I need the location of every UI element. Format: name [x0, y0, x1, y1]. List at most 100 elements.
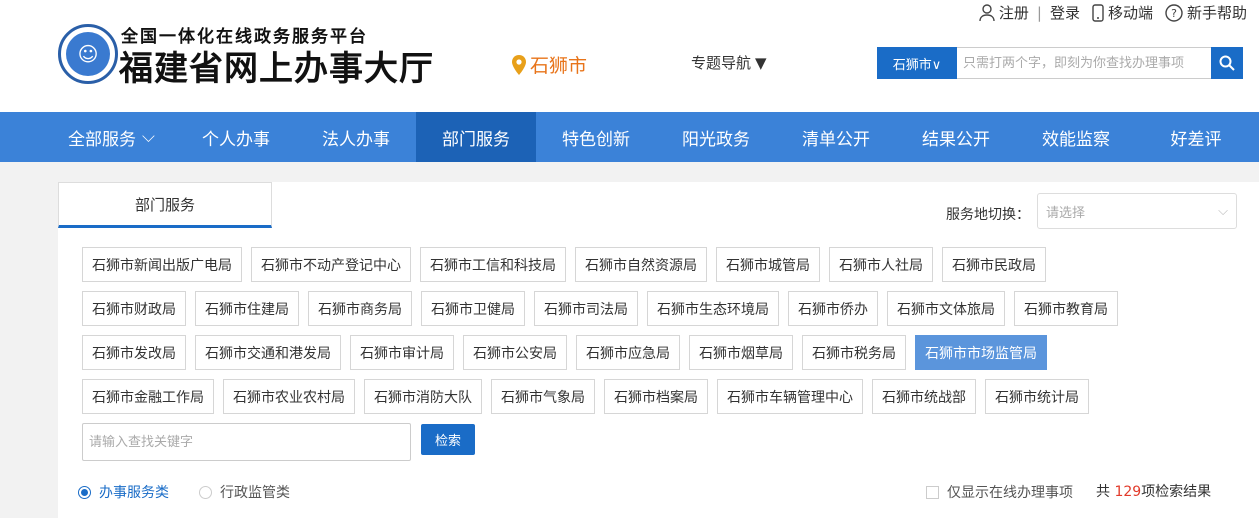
help-link[interactable]: ? 新手帮助 [1159, 2, 1253, 23]
department-button[interactable]: 石狮市侨办 [788, 291, 878, 326]
department-button[interactable]: 石狮市发改局 [82, 335, 186, 370]
department-button[interactable]: 石狮市卫健局 [421, 291, 525, 326]
radio-supervision[interactable]: 行政监管类 [199, 482, 290, 502]
department-button[interactable]: 石狮市档案局 [604, 379, 708, 414]
nav-all-services[interactable]: 全部服务 ⌵ [58, 112, 176, 162]
department-button[interactable]: 石狮市商务局 [308, 291, 412, 326]
location-select-placeholder: 请选择 [1046, 205, 1086, 221]
department-button[interactable]: 石狮市统战部 [872, 379, 976, 414]
question-circle-icon: ? [1165, 3, 1183, 22]
department-button[interactable]: 石狮市文体旅局 [887, 291, 1005, 326]
department-button[interactable]: 石狮市自然资源局 [575, 247, 707, 282]
login-label: 登录 [1049, 4, 1080, 22]
search-icon [1219, 55, 1235, 71]
user-icon [979, 3, 995, 21]
search-scope-dropdown[interactable]: 石狮市∨ [877, 47, 957, 79]
nav-label: 法人办事 [322, 129, 390, 150]
online-only-label: 仅显示在线办理事项 [947, 485, 1073, 501]
department-button[interactable]: 石狮市消防大队 [364, 379, 482, 414]
department-row: 石狮市发改局 石狮市交通和港发局 石狮市审计局 石狮市公安局 石狮市应急局 石狮市烟草局石… [82, 335, 1232, 370]
department-button[interactable]: 石狮市交通和港发局 [195, 335, 341, 370]
nav-efficiency[interactable]: 效能监察 [1016, 112, 1136, 162]
department-button[interactable]: 石狮市统计局 [985, 379, 1089, 414]
department-button[interactable]: 石狮市审计局 [350, 335, 454, 370]
mobile-label: 移动端 [1107, 4, 1153, 22]
nav-list-disclosure[interactable]: 清单公开 [776, 112, 896, 162]
category-radio-group: 办事服务类 行政监管类 [78, 482, 290, 502]
result-suffix: 项检索结果 [1141, 484, 1212, 500]
location-select[interactable]: 请选择 ⌵ [1037, 193, 1237, 229]
logo-title[interactable]: 福建省网上办事大厅 [119, 41, 434, 90]
chevron-down-icon: ⌵ [142, 127, 155, 147]
mobile-phone-icon [1092, 3, 1104, 22]
department-button[interactable]: 石狮市气象局 [491, 379, 595, 414]
main-nav: 全部服务 ⌵ 个人办事 法人办事 部门服务 特色创新 阳光政务 清单公开 结果公开… [0, 112, 1259, 162]
keyword-input[interactable] [82, 423, 411, 461]
department-button[interactable]: 石狮市金融工作局 [82, 379, 214, 414]
department-row: 石狮市财政局 石狮市住建局 石狮市商务局 石狮市卫健局 石狮市司法局 石狮市生态环境局 石狮… [82, 291, 1232, 326]
svg-text:?: ? [1171, 7, 1177, 20]
nav-label: 个人办事 [202, 129, 270, 150]
department-button[interactable]: 石狮市车辆管理中心 [717, 379, 863, 414]
department-button[interactable]: 石狮市新闻出版广电局 [82, 247, 242, 282]
online-only-toggle[interactable]: 仅显示在线办理事项 [926, 482, 1073, 502]
department-button[interactable]: 石狮市不动产登记中心 [251, 247, 411, 282]
nav-corporate[interactable]: 法人办事 [296, 112, 416, 162]
nav-innovation[interactable]: 特色创新 [536, 112, 656, 162]
department-button[interactable]: 石狮市教育局 [1014, 291, 1118, 326]
nav-label: 好差评 [1170, 129, 1222, 150]
radio-dot [199, 485, 212, 499]
top-links: 注册 | 登录 移动端 ? 新手帮助 [973, 2, 1253, 23]
department-button[interactable]: 石狮市住建局 [195, 291, 299, 326]
location-switch-label: 服务地切换： [946, 207, 1030, 223]
department-button[interactable]: 石狮市工信和科技局 [420, 247, 566, 282]
nav-label: 结果公开 [922, 129, 990, 150]
department-button[interactable]: 石狮市司法局 [534, 291, 638, 326]
nav-personal[interactable]: 个人办事 [176, 112, 296, 162]
department-button[interactable]: 石狮市财政局 [82, 291, 186, 326]
result-count: 共 129项检索结果 [1096, 481, 1211, 501]
divider: | [1036, 3, 1042, 22]
department-button[interactable]: 石狮市烟草局 [689, 335, 793, 370]
department-row: 石狮市金融工作局 石狮市农业农村局 石狮市消防大队 石狮市气象局 石狮市档案局 石狮市车辆… [82, 379, 1232, 414]
department-button[interactable]: 石狮市应急局 [576, 335, 680, 370]
department-panel: 部门服务 服务地切换： 请选择 ⌵ 石狮市新闻出版广电局 石狮市不动产登记中心 石狮… [58, 182, 1259, 518]
nav-department-services[interactable]: 部门服务 [416, 112, 536, 162]
department-button[interactable]: 石狮市税务局 [802, 335, 906, 370]
login-link[interactable]: 登录 [1044, 2, 1086, 23]
nav-label: 全部服务 [68, 129, 136, 150]
radio-service[interactable]: 办事服务类 [78, 482, 169, 502]
register-label: 注册 [998, 4, 1029, 22]
online-only-checkbox[interactable] [926, 485, 939, 499]
mobile-link[interactable]: 移动端 [1086, 2, 1159, 23]
nav-open-government[interactable]: 阳光政务 [656, 112, 776, 162]
topic-nav-dropdown[interactable]: 专题导航 ▼ [691, 52, 767, 73]
city-name: 石狮市 [530, 55, 588, 77]
triangle-down-icon: ▼ [755, 53, 767, 72]
department-button[interactable]: 石狮市生态环境局 [647, 291, 779, 326]
department-button[interactable]: 石狮市民政局 [942, 247, 1046, 282]
department-button[interactable]: 石狮市公安局 [463, 335, 567, 370]
header-search-input[interactable] [957, 47, 1211, 79]
nav-label: 部门服务 [442, 129, 510, 150]
location-pin-icon [512, 54, 526, 75]
site-logo-seal: ☺ [58, 24, 118, 84]
smile-logo-icon: ☺ [66, 32, 110, 76]
search-button[interactable] [1211, 47, 1243, 79]
nav-review[interactable]: 好差评 [1136, 112, 1256, 162]
city-selector[interactable]: 石狮市 [512, 51, 587, 78]
topic-nav-label: 专题导航 [691, 54, 752, 72]
site-header: ☺ 全国一体化在线政务服务平台 福建省网上办事大厅 石狮市 专题导航 ▼ 注册 … [0, 0, 1259, 112]
department-row: 石狮市新闻出版广电局 石狮市不动产登记中心 石狮市工信和科技局 石狮市自然资源局 石狮市… [82, 247, 1232, 282]
department-button[interactable]: 石狮市市场监管局 [915, 335, 1047, 370]
nav-label: 特色创新 [562, 129, 630, 150]
department-button[interactable]: 石狮市城管局 [716, 247, 820, 282]
nav-result-disclosure[interactable]: 结果公开 [896, 112, 1016, 162]
department-grid: 石狮市新闻出版广电局 石狮市不动产登记中心 石狮市工信和科技局 石狮市自然资源局 石狮市… [82, 247, 1232, 423]
register-link[interactable]: 注册 [973, 2, 1035, 23]
radio-label: 办事服务类 [99, 485, 169, 501]
tab-department-services[interactable]: 部门服务 [58, 182, 272, 228]
department-button[interactable]: 石狮市农业农村局 [223, 379, 355, 414]
department-button[interactable]: 石狮市人社局 [829, 247, 933, 282]
keyword-search-button[interactable]: 检索 [421, 424, 475, 455]
